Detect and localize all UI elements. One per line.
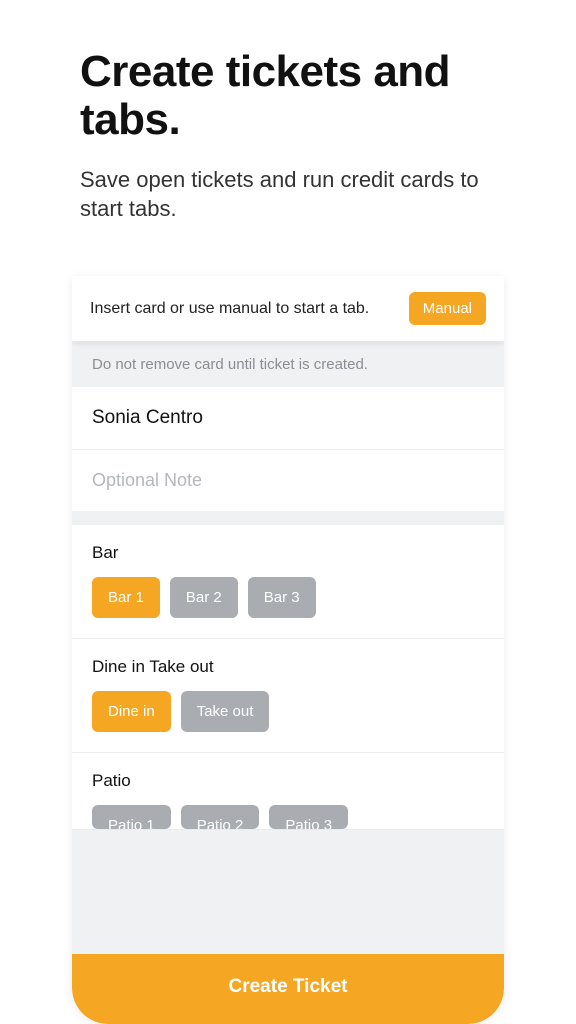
start-tab-instruction: Insert card or use manual to start a tab…: [90, 300, 369, 318]
page-title: Create tickets and tabs.: [80, 48, 496, 145]
spacer: [72, 511, 504, 525]
customer-name-field[interactable]: Sonia Centro: [72, 387, 504, 450]
section-label-patio: Patio: [92, 771, 484, 791]
chip-patio-2[interactable]: Patio 2: [181, 805, 260, 829]
optional-note-field[interactable]: Optional Note: [72, 450, 504, 511]
section-patio: Patio Patio 1 Patio 2 Patio 3: [72, 753, 504, 830]
section-dinein-takeout: Dine in Take out Dine in Take out: [72, 639, 504, 753]
chip-dine-in[interactable]: Dine in: [92, 691, 171, 732]
start-tab-bar: Insert card or use manual to start a tab…: [72, 276, 504, 342]
chip-patio-1[interactable]: Patio 1: [92, 805, 171, 829]
chip-bar-3[interactable]: Bar 3: [248, 577, 316, 618]
section-bar: Bar Bar 1 Bar 2 Bar 3: [72, 525, 504, 639]
chip-bar-2[interactable]: Bar 2: [170, 577, 238, 618]
section-label-dinein-takeout: Dine in Take out: [92, 657, 484, 677]
page-subtitle: Save open tickets and run credit cards t…: [80, 165, 496, 224]
card-info-message: Do not remove card until ticket is creat…: [72, 342, 504, 387]
manual-button[interactable]: Manual: [409, 292, 486, 325]
chip-bar-1[interactable]: Bar 1: [92, 577, 160, 618]
chip-patio-3[interactable]: Patio 3: [269, 805, 348, 829]
device-frame: Insert card or use manual to start a tab…: [72, 276, 504, 1024]
create-ticket-button[interactable]: Create Ticket: [72, 954, 504, 1024]
chip-take-out[interactable]: Take out: [181, 691, 270, 732]
section-label-bar: Bar: [92, 543, 484, 563]
